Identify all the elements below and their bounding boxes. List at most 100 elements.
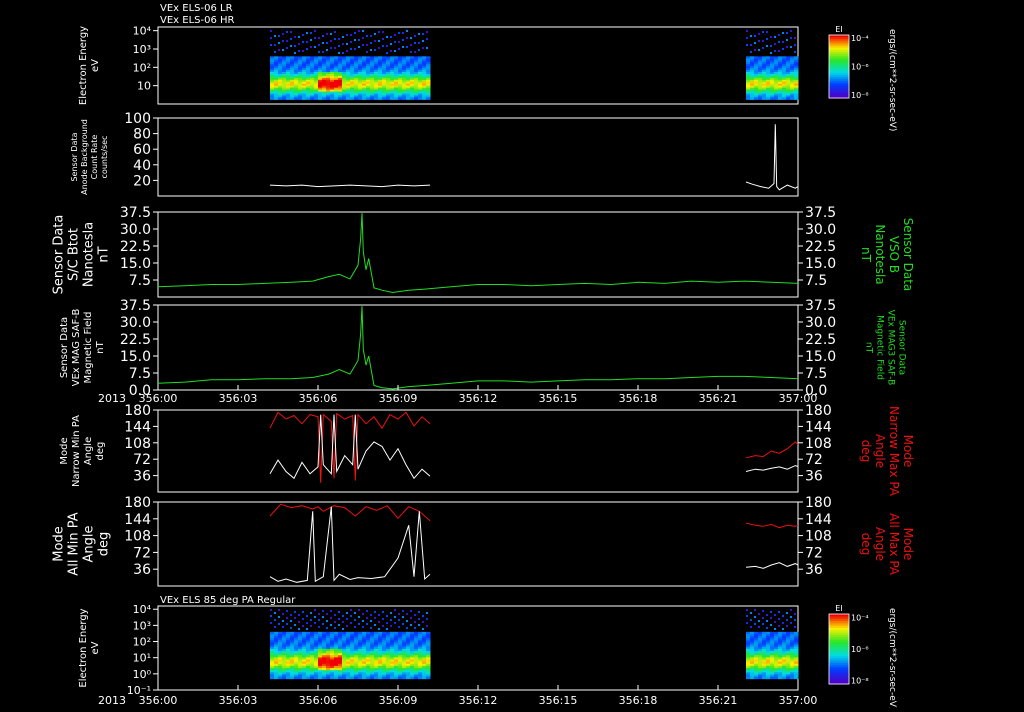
spectrogram-speck [290, 614, 292, 616]
spectrogram-cell [406, 97, 411, 100]
panel-1-ytick-label: 10² [133, 61, 151, 74]
panel-3-right-label-1: VSO B [887, 236, 901, 273]
spectrogram-speck [330, 40, 332, 42]
spectrogram-speck [318, 613, 320, 615]
spectrogram-speck [418, 618, 420, 620]
spectrogram-speck [394, 609, 396, 611]
panel-5-ytick-label-right: 36 [805, 469, 823, 485]
spectrogram-cell [270, 676, 275, 680]
spectrogram-cell [358, 676, 363, 680]
panel-6-ytick-label-right: 180 [805, 495, 832, 511]
spectrogram-speck [426, 31, 428, 33]
spectrogram-speck [382, 38, 384, 40]
spectrogram-speck [338, 618, 340, 620]
spectrogram-speck [426, 618, 428, 620]
spectrogram-speck [382, 45, 384, 47]
spectrogram-speck [746, 622, 748, 624]
spectrogram-speck [778, 41, 780, 43]
spectrogram-speck [386, 52, 388, 54]
spectrogram-speck [402, 39, 404, 41]
panel-4-ytick-label-right: 22.5 [805, 332, 836, 348]
spectrogram-speck [374, 611, 376, 613]
spectrogram-speck [422, 40, 424, 42]
spectrogram-speck [358, 46, 360, 48]
panel-2-ylabel-3: counts/sec [100, 136, 109, 179]
panel-6-series-3 [745, 562, 799, 569]
spectrogram-speck [274, 612, 276, 614]
spectrogram-cell [274, 676, 279, 680]
spectrogram-cell [314, 676, 319, 680]
spectrogram-speck [310, 39, 312, 41]
spectrogram-speck [322, 623, 324, 625]
spectrogram-speck [394, 34, 396, 36]
spectrogram-speck [754, 42, 756, 44]
x-tick-label: 356:18 [619, 392, 658, 405]
spectrogram-speck [414, 621, 416, 623]
spectrogram-speck [406, 37, 408, 39]
panel-5-ylabel-3: deg [95, 442, 106, 461]
spectrogram-speck [346, 625, 348, 627]
panel-2-frame [157, 117, 799, 197]
spectrogram-speck [278, 623, 280, 625]
spectrogram-speck [398, 41, 400, 43]
spectrogram-speck [782, 628, 784, 630]
spectrogram-speck [282, 49, 284, 51]
panel-1-ylabel-1: eV [90, 59, 101, 72]
panel-6-ylabel-1: All Min PA [67, 512, 82, 575]
spectrogram-speck [306, 622, 308, 624]
spectrogram-speck [306, 628, 308, 630]
spectrogram-speck [770, 36, 772, 38]
spectrogram-speck [766, 620, 768, 622]
spectrogram-speck [270, 615, 272, 617]
spectrogram-speck [278, 609, 280, 611]
spectrogram-speck [298, 43, 300, 45]
panel-5-ytick-label: 36 [133, 469, 151, 485]
spectrogram-speck [282, 620, 284, 622]
spectrogram-speck [414, 51, 416, 53]
spectrogram-speck [406, 46, 408, 48]
spectrogram-speck [414, 42, 416, 44]
spectrogram-cell [310, 97, 315, 100]
spectrogram-speck [342, 43, 344, 45]
spectrogram-speck [402, 616, 404, 618]
panel-7-ytick-label: 10² [133, 636, 151, 649]
spectrogram-speck [294, 45, 296, 47]
spectrogram-speck [754, 49, 756, 51]
spectrogram-speck [346, 612, 348, 614]
colorbar-tick-label: 10⁻⁸ [851, 91, 869, 100]
spectrogram-cell [286, 676, 291, 680]
spectrogram-speck [762, 31, 764, 33]
spectrogram-speck [302, 34, 304, 36]
spectrogram-speck [306, 32, 308, 34]
colorbar-title: EI [835, 25, 842, 34]
panel-4-ytick-label: 7.5 [129, 366, 151, 382]
panel-5-ytick-label-right: 144 [805, 419, 832, 435]
panel-7-ytick-label: 10¹ [133, 652, 151, 665]
spectrogram-speck [370, 614, 372, 616]
spectrogram-speck [390, 612, 392, 614]
spectrogram-speck [314, 46, 316, 48]
spectrogram-speck [358, 623, 360, 625]
spectrogram-speck [318, 619, 320, 621]
spectrogram-cell [386, 676, 391, 680]
panel-4-ytick-label: 37.5 [120, 298, 151, 314]
spectrogram-speck [270, 609, 272, 611]
spectrogram-speck [758, 40, 760, 42]
panel-2-series-0 [269, 184, 431, 188]
vex-summary-plot: VEx ELS-06 LR VEx ELS-06 HR VEx ELS 85 d… [0, 0, 1024, 712]
spectrogram-speck [374, 624, 376, 626]
panel-3-right-label-3: nT [859, 247, 873, 263]
spectrogram-speck [302, 611, 304, 613]
spectrogram-speck [274, 619, 276, 621]
spectrogram-speck [746, 44, 748, 46]
spectrogram-speck [410, 51, 412, 53]
spectrogram-speck [794, 619, 796, 621]
spectrogram-speck [394, 50, 396, 52]
year-label-top: 2013 [98, 392, 126, 405]
panel-4-right-label-3: nT [864, 342, 874, 354]
panel-4-ytick-label: 15.0 [120, 349, 151, 365]
spectrogram-speck [346, 43, 348, 45]
spectrogram-cell [410, 676, 415, 680]
spectrogram-speck [302, 625, 304, 627]
spectrogram-speck [422, 47, 424, 49]
